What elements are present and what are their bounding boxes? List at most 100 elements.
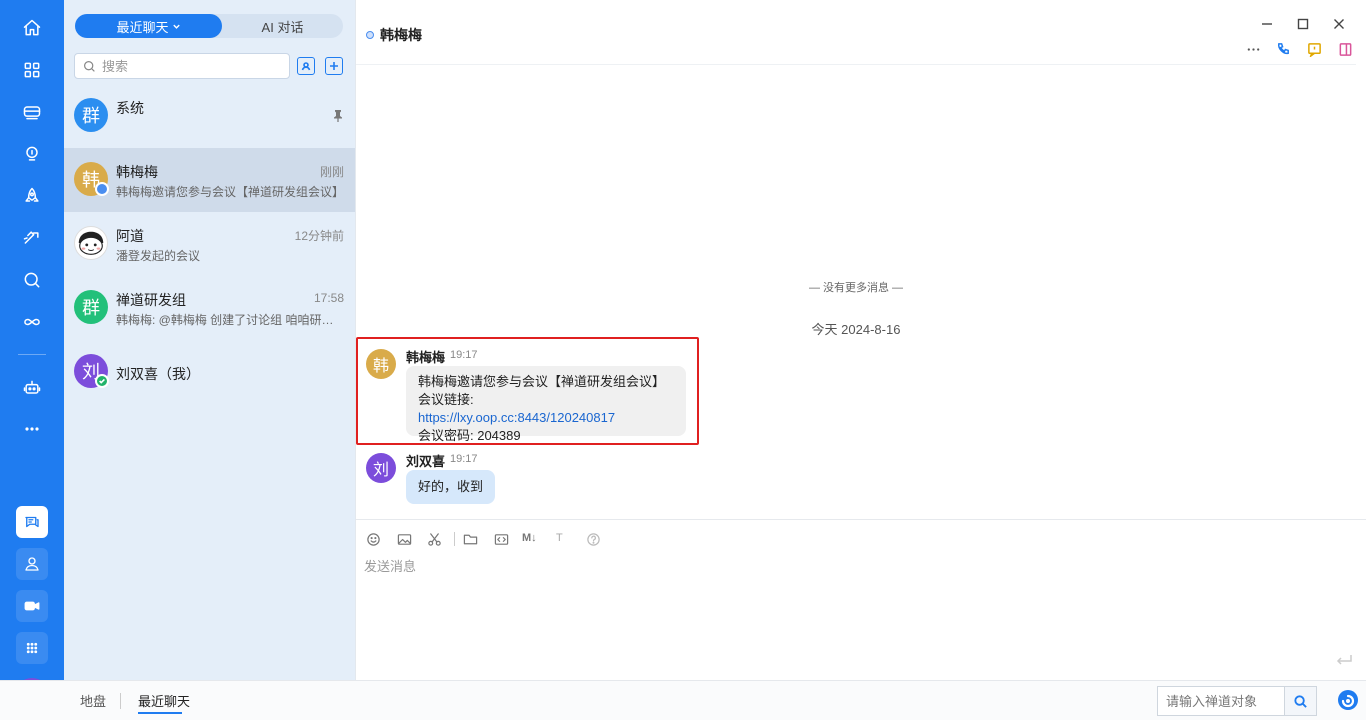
status-bar: 地盘 最近聊天: [0, 680, 1366, 720]
toolbar-divider: [454, 532, 455, 546]
apps-grid-icon[interactable]: [20, 58, 44, 82]
message-text: 好的，收到: [418, 479, 484, 494]
help-icon: [586, 532, 600, 546]
rocket-icon[interactable]: [20, 184, 44, 208]
conversation-item-self[interactable]: 刘 刘双喜（我）: [64, 340, 355, 404]
meeting-badge-icon: [95, 182, 109, 196]
zentao-logo-icon[interactable]: [1337, 689, 1359, 711]
folder-icon: [463, 534, 477, 544]
pin-icon: [333, 110, 343, 125]
conversation-name: 刘双喜（我）: [116, 366, 200, 382]
avatar[interactable]: 韩: [366, 349, 396, 379]
contacts-icon[interactable]: [16, 548, 48, 580]
font-size-button[interactable]: T: [556, 532, 563, 544]
avatar-text: 群: [82, 106, 100, 126]
notice-icon: [1307, 42, 1321, 57]
tab-recent-chats-bottom[interactable]: 最近聊天: [138, 691, 190, 710]
chat-more-button[interactable]: [1244, 40, 1262, 58]
video-icon[interactable]: [16, 590, 48, 622]
home-icon[interactable]: [20, 16, 44, 40]
image-button[interactable]: [395, 531, 413, 547]
zentao-search-button[interactable]: [1284, 687, 1316, 715]
list-mode-switch: 最近聊天 AI 对话: [75, 14, 343, 38]
message-bubble: 韩梅梅邀请您参与会议【禅道研发组会议】 会议链接: https://lxy.oo…: [406, 366, 686, 443]
conversation-preview: 韩梅梅邀请您参与会议【禅道研发组会议】: [116, 185, 344, 199]
zentao-search-input[interactable]: [1158, 687, 1284, 715]
file-button[interactable]: [461, 531, 479, 547]
search-input[interactable]: [102, 58, 282, 74]
conversation-name: 禅道研发组: [116, 292, 186, 308]
conversation-item-dev-group[interactable]: 群 禅道研发组 17:58 韩梅梅: @韩梅梅 创建了讨论组 咱咱研发组: [64, 276, 355, 340]
call-button[interactable]: [1274, 40, 1292, 58]
conversation-time: 17:58: [313, 291, 344, 305]
font-size-label: T: [556, 532, 563, 544]
search-icon: [1294, 694, 1307, 708]
new-chat-button[interactable]: [325, 57, 343, 75]
infinity-icon[interactable]: [20, 310, 44, 334]
avatar: 群: [74, 290, 108, 324]
conversation-search: [74, 53, 290, 79]
meeting-link[interactable]: https://lxy.oop.cc:8443/120240817: [418, 410, 615, 425]
chat-header-title: 韩梅梅: [366, 25, 422, 45]
status-divider: [120, 693, 121, 709]
conversation-preview: 韩梅梅: @韩梅梅 创建了讨论组 咱咱研发组: [116, 313, 344, 327]
conversation-time: 12分钟前: [294, 229, 344, 243]
message-line: 会议链接: https://lxy.oop.cc:8443/120240817: [418, 391, 674, 427]
code-icon: [494, 533, 508, 545]
message-input[interactable]: [364, 554, 1324, 578]
tab-my-disk[interactable]: 地盘: [80, 691, 106, 710]
close-button[interactable]: [1331, 16, 1347, 32]
send-button[interactable]: [1334, 652, 1354, 671]
screenshot-button[interactable]: [425, 531, 443, 547]
markdown-label: M↓: [522, 532, 537, 544]
conversation-item-hanmeimei[interactable]: 韩 韩梅梅 刚刚 韩梅梅邀请您参与会议【禅道研发组会议】: [64, 148, 355, 212]
conversation-list-panel: 最近聊天 AI 对话 群 系统 韩 韩梅梅 刚刚 韩梅梅邀请您参与会议【禅道研发…: [64, 0, 355, 680]
minimize-button[interactable]: [1259, 16, 1275, 32]
online-status-icon: [95, 374, 109, 388]
search-icon[interactable]: [20, 268, 44, 292]
meeting-link-label: 会议链接:: [418, 392, 474, 407]
more-icon: [1247, 47, 1259, 51]
notice-button[interactable]: [1305, 40, 1323, 58]
message-sender: 刘双喜: [406, 454, 446, 469]
contact-book-button[interactable]: [297, 57, 315, 75]
contact-book-icon: [301, 62, 311, 71]
tab-recent-chats-label: 最近聊天: [116, 19, 169, 35]
avatar-text: 刘: [372, 462, 389, 479]
sprint-icon[interactable]: [20, 226, 44, 250]
presence-dot-icon: [366, 31, 374, 39]
message-bubble: 好的，收到: [406, 470, 495, 504]
markdown-button[interactable]: M↓: [522, 532, 537, 544]
message-time: 19:17: [450, 349, 478, 361]
header-divider: [356, 64, 1356, 65]
avatar-text: 群: [82, 298, 100, 318]
help-button[interactable]: [584, 531, 602, 547]
date-separator: 今天 2024-8-16: [811, 322, 901, 337]
conversation-item-system[interactable]: 群 系统: [64, 84, 355, 148]
app-launcher-icon[interactable]: [16, 632, 48, 664]
emoji-button[interactable]: [364, 531, 382, 547]
conversation-preview: 潘登发起的会议: [116, 249, 201, 263]
train-icon[interactable]: [20, 100, 44, 124]
conversation-item-adao[interactable]: 阿道 12分钟前 潘登发起的会议: [64, 212, 355, 276]
robot-icon[interactable]: [20, 376, 44, 400]
chat-title-text: 韩梅梅: [380, 27, 422, 43]
conversation-time: 刚刚: [319, 165, 344, 179]
tab-ai-chat[interactable]: AI 对话: [222, 14, 343, 38]
enter-icon: [1336, 655, 1352, 665]
maximize-button[interactable]: [1295, 16, 1311, 32]
message-line: 韩梅梅邀请您参与会议【禅道研发组会议】: [418, 374, 666, 389]
maximize-icon: [1297, 18, 1309, 30]
editor-divider: [356, 519, 1366, 520]
chat-icon[interactable]: [16, 506, 48, 538]
avatar[interactable]: 刘: [366, 453, 396, 483]
plus-icon: [330, 62, 338, 70]
bulb-icon[interactable]: [20, 142, 44, 166]
sidebar-toggle-button[interactable]: [1336, 40, 1354, 58]
tab-recent-chats[interactable]: 最近聊天: [75, 14, 222, 38]
more-icon[interactable]: [20, 417, 44, 441]
message-sender: 韩梅梅: [406, 350, 446, 365]
close-icon: [1334, 19, 1344, 29]
conversation-name: 阿道: [116, 228, 144, 244]
code-button[interactable]: [492, 531, 510, 547]
